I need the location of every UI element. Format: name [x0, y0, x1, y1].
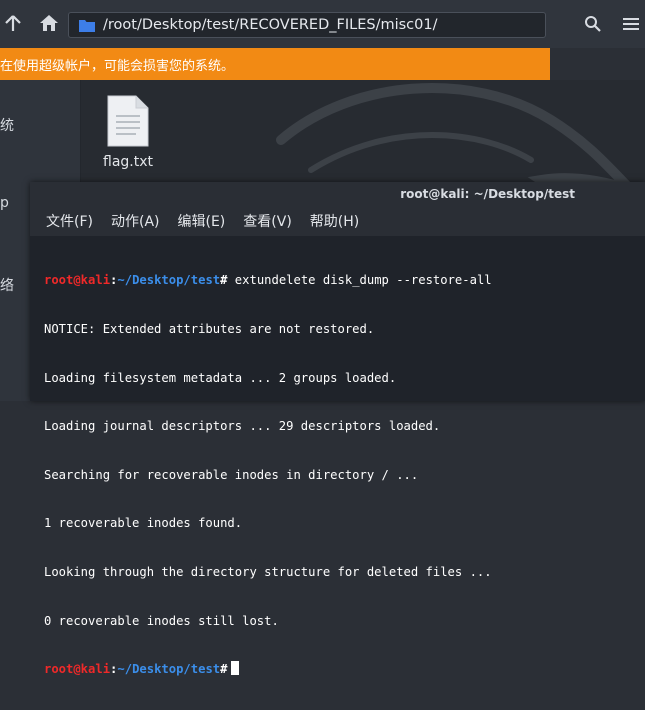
menu-edit[interactable]: 编辑(E) [178, 211, 226, 231]
prompt-user: root@kali [44, 662, 111, 677]
search-icon[interactable] [580, 11, 606, 37]
warning-text: 在使用超级帐户，可能会损害您的系统。 [0, 58, 235, 74]
command-text: extundelete disk_dump --restore-all [227, 273, 492, 288]
file-item-flag[interactable]: flag.txt [93, 94, 163, 170]
menu-view[interactable]: 查看(V) [243, 211, 292, 231]
terminal-window[interactable]: root@kali: ~/Desktop/test 文件(F) 动作(A) 编辑… [30, 182, 645, 676]
output-line: 1 recoverable inodes found. [44, 516, 243, 531]
prompt-separator: : [110, 662, 118, 677]
terminal-titlebar[interactable]: root@kali: ~/Desktop/test [30, 182, 645, 206]
prompt-hash: # [220, 662, 228, 677]
root-warning-bar: 在使用超级帐户，可能会损害您的系统。 [0, 48, 550, 80]
file-name: flag.txt [103, 154, 153, 170]
output-line: Searching for recoverable inodes in dire… [44, 467, 419, 482]
terminal-menubar: 文件(F) 动作(A) 编辑(E) 查看(V) 帮助(H) [30, 206, 645, 236]
prompt-user: root@kali [44, 273, 111, 288]
terminal-prompt-line[interactable]: root@kali:~/Desktop/test# [44, 661, 639, 677]
prompt-path: ~/Desktop/test [117, 662, 221, 677]
menu-help[interactable]: 帮助(H) [310, 211, 359, 231]
up-arrow-icon[interactable] [0, 10, 26, 36]
prompt-path: ~/Desktop/test [117, 273, 221, 288]
file-manager-toolbar: /root/Desktop/test/RECOVERED_FILES/misc0… [0, 0, 645, 49]
text-file-icon [107, 95, 149, 147]
terminal-title: root@kali: ~/Desktop/test [400, 187, 575, 201]
location-bar[interactable]: /root/Desktop/test/RECOVERED_FILES/misc0… [68, 12, 546, 38]
home-icon[interactable] [36, 10, 62, 36]
sidebar-item-network[interactable]: 络 [0, 275, 14, 295]
sidebar-item-dump[interactable]: p [0, 195, 9, 211]
output-line: NOTICE: Extended attributes are not rest… [44, 322, 375, 336]
toolbar-strip [550, 48, 645, 80]
menu-file[interactable]: 文件(F) [46, 211, 93, 231]
location-path: /root/Desktop/test/RECOVERED_FILES/misc0… [103, 17, 438, 33]
output-line: Looking through the directory structure … [44, 564, 492, 579]
sidebar-item-system[interactable]: 统 [0, 115, 14, 135]
terminal-command-line: root@kali:~/Desktop/test# extundelete di… [44, 272, 639, 288]
terminal-output[interactable]: root@kali:~/Desktop/test# extundelete di… [44, 240, 639, 710]
text-cursor [231, 661, 240, 676]
menu-action[interactable]: 动作(A) [111, 211, 160, 231]
output-line: Loading journal descriptors ... 29 descr… [44, 419, 441, 434]
output-line: Loading filesystem metadata ... 2 groups… [44, 370, 397, 385]
menu-icon[interactable] [618, 11, 644, 37]
output-line: 0 recoverable inodes still lost. [44, 613, 279, 628]
folder-icon [79, 19, 95, 32]
